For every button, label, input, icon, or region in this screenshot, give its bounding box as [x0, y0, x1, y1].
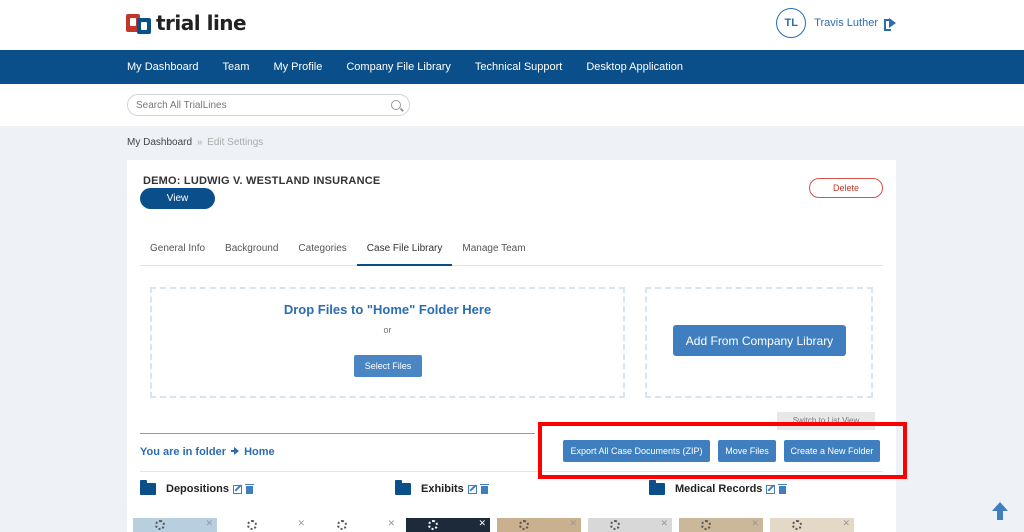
- file-thumbnails: ✕ ✕ ✕ ✕ ✕ ✕ ✕ ✕: [133, 518, 893, 532]
- gear-icon[interactable]: [247, 520, 257, 530]
- folder-divider: [140, 433, 535, 434]
- breadcrumb-separator: »: [196, 137, 203, 148]
- breadcrumb: My Dashboard » Edit Settings: [127, 137, 263, 148]
- trash-icon[interactable]: [778, 484, 788, 494]
- file-thumbnail[interactable]: ✕: [497, 518, 581, 532]
- file-thumbnail[interactable]: ✕: [588, 518, 672, 532]
- case-title: DEMO: LUDWIG V. WESTLAND INSURANCE: [143, 175, 381, 187]
- dropzone-or: or: [383, 325, 392, 335]
- folder-exhibits[interactable]: Exhibits: [395, 480, 489, 495]
- view-button[interactable]: View: [140, 188, 215, 209]
- folder-path-prefix: You are in folder: [140, 446, 226, 458]
- trash-icon[interactable]: [244, 484, 254, 494]
- search-input[interactable]: [136, 98, 376, 112]
- close-icon[interactable]: ✕: [297, 518, 305, 528]
- arrow-right-icon: [231, 447, 240, 455]
- file-thumbnail[interactable]: ✕: [770, 518, 854, 532]
- close-icon[interactable]: ✕: [569, 518, 577, 528]
- highlight-annotation: [538, 422, 907, 479]
- close-icon[interactable]: ✕: [842, 518, 850, 528]
- tab-categories[interactable]: Categories: [288, 234, 356, 266]
- folder-icon: [140, 480, 156, 495]
- folder-depositions[interactable]: Depositions: [140, 480, 254, 495]
- close-icon[interactable]: ✕: [478, 518, 486, 528]
- gear-icon[interactable]: [337, 520, 347, 530]
- user-menu[interactable]: TL Travis Luther: [776, 8, 896, 38]
- add-from-company-library-button[interactable]: Add From Company Library: [673, 325, 846, 356]
- nav-technical-support[interactable]: Technical Support: [475, 61, 562, 73]
- nav-my-profile[interactable]: My Profile: [273, 61, 322, 73]
- tab-general-info[interactable]: General Info: [140, 234, 215, 266]
- gear-icon[interactable]: [155, 520, 165, 530]
- search-strip: [0, 84, 1024, 126]
- select-files-button[interactable]: Select Files: [354, 355, 422, 377]
- gear-icon[interactable]: [519, 520, 529, 530]
- logout-icon[interactable]: [884, 18, 896, 31]
- search-box: [127, 94, 410, 116]
- folder-icon: [395, 480, 411, 495]
- folder-name[interactable]: Depositions: [166, 483, 229, 495]
- file-thumbnail[interactable]: ✕: [679, 518, 763, 532]
- nav-desktop-application[interactable]: Desktop Application: [586, 61, 683, 73]
- nav-team[interactable]: Team: [223, 61, 250, 73]
- company-library-zone: Add From Company Library: [645, 287, 873, 398]
- tab-manage-team[interactable]: Manage Team: [452, 234, 535, 266]
- tab-case-file-library[interactable]: Case File Library: [356, 234, 453, 266]
- settings-tabs: General Info Background Categories Case …: [140, 234, 883, 266]
- edit-icon[interactable]: [467, 484, 477, 494]
- delete-button[interactable]: Delete: [809, 178, 883, 198]
- folder-path-current[interactable]: Home: [244, 446, 275, 458]
- trialline-logo[interactable]: trial line: [126, 11, 247, 35]
- edit-icon[interactable]: [232, 484, 242, 494]
- tab-background[interactable]: Background: [215, 234, 288, 266]
- breadcrumb-current: Edit Settings: [207, 137, 264, 148]
- file-dropzone[interactable]: Drop Files to "Home" Folder Here or Sele…: [150, 287, 625, 398]
- close-icon[interactable]: ✕: [660, 518, 668, 528]
- folder-name[interactable]: Exhibits: [421, 483, 464, 495]
- file-thumbnail[interactable]: ✕: [406, 518, 490, 532]
- logo-mark-icon: [126, 12, 154, 34]
- main-nav: My Dashboard Team My Profile Company Fil…: [0, 50, 1024, 84]
- gear-icon[interactable]: [610, 520, 620, 530]
- logo-text: trial line: [156, 11, 247, 35]
- search-icon[interactable]: [391, 100, 401, 110]
- file-thumbnail[interactable]: ✕: [133, 518, 217, 532]
- close-icon[interactable]: ✕: [205, 518, 213, 528]
- trash-icon[interactable]: [479, 484, 489, 494]
- top-header: trial line TL Travis Luther: [0, 0, 1024, 50]
- file-thumbnail[interactable]: ✕: [225, 518, 309, 532]
- gear-icon[interactable]: [701, 520, 711, 530]
- folder-medical-records[interactable]: Medical Records: [649, 480, 788, 495]
- edit-icon[interactable]: [766, 484, 776, 494]
- folder-path: You are in folder Home: [140, 446, 275, 458]
- gear-icon[interactable]: [792, 520, 802, 530]
- file-thumbnail[interactable]: ✕: [315, 518, 399, 532]
- nav-company-file-library[interactable]: Company File Library: [346, 61, 451, 73]
- breadcrumb-root[interactable]: My Dashboard: [127, 137, 192, 148]
- nav-my-dashboard[interactable]: My Dashboard: [127, 61, 199, 73]
- avatar[interactable]: TL: [776, 8, 807, 38]
- gear-icon[interactable]: [428, 520, 438, 530]
- close-icon[interactable]: ✕: [387, 518, 395, 528]
- scroll-to-top-icon[interactable]: [990, 502, 1010, 522]
- user-name[interactable]: Travis Luther: [814, 17, 878, 29]
- dropzone-title: Drop Files to "Home" Folder Here: [283, 302, 492, 317]
- folder-icon: [649, 480, 665, 495]
- close-icon[interactable]: ✕: [751, 518, 759, 528]
- folder-name[interactable]: Medical Records: [675, 483, 762, 495]
